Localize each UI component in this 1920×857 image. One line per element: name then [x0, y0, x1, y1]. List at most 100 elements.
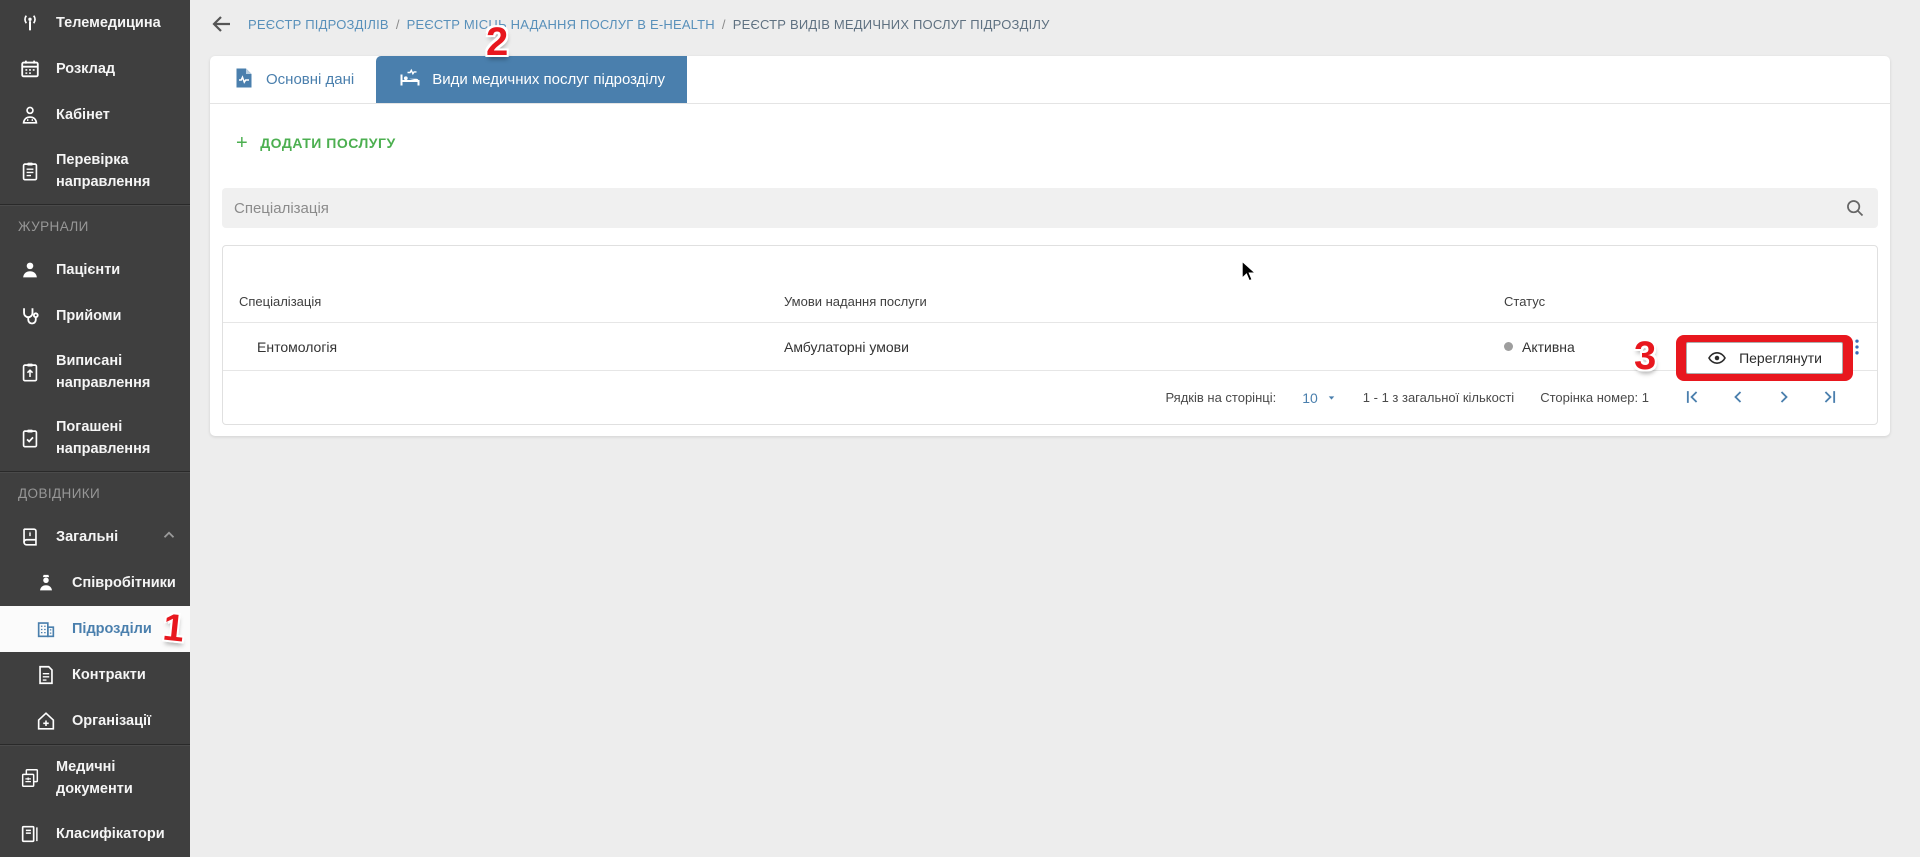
sidebar-item-appointments[interactable]: Прийоми — [0, 293, 190, 339]
sidebar-item-label: Контракти — [72, 664, 146, 686]
sidebar-item-label: Класифікатори — [56, 823, 165, 845]
next-page-icon[interactable] — [1773, 387, 1795, 409]
tab-label: Основні дані — [266, 71, 354, 88]
issued-referrals-icon — [18, 360, 42, 384]
breadcrumb-link-divisions-registry[interactable]: РЕЄСТР ПІДРОЗДІЛІВ — [248, 17, 389, 32]
general-icon — [18, 525, 42, 549]
breadcrumb-row: РЕЄСТР ПІДРОЗДІЛІВ / РЕЄСТР МІСЦЬ НАДАНН… — [210, 10, 1050, 38]
pagination-controls — [1681, 387, 1841, 409]
last-page-icon[interactable] — [1819, 387, 1841, 409]
telemedicine-icon — [18, 11, 42, 35]
content-card: Основні дані Види медичних послуг підроз… — [210, 56, 1890, 436]
sidebar-item-redeemed-referrals[interactable]: Погашені направлення — [0, 405, 190, 472]
sidebar-item-label: Співробітники — [72, 572, 176, 594]
sidebar-item-label: Організації — [72, 710, 151, 732]
column-header-status: Статус — [1488, 294, 1877, 309]
sidebar-item-divisions[interactable]: Підрозділи 1 — [0, 606, 190, 652]
back-button[interactable] — [210, 12, 234, 36]
sidebar-item-schedule[interactable]: Розклад — [0, 46, 190, 92]
services-table: Спеціалізація Умови надання послуги Стат… — [222, 245, 1878, 425]
page-number-label: Сторінка номер: 1 — [1540, 390, 1649, 405]
pagination-range-label: 1 - 1 з загальної кількості — [1363, 390, 1514, 405]
search-icon[interactable] — [1844, 197, 1866, 219]
search-bar — [222, 188, 1878, 228]
patients-icon — [18, 258, 42, 282]
search-input[interactable] — [234, 200, 1844, 217]
file-pulse-icon — [232, 66, 256, 94]
breadcrumb-separator: / — [396, 17, 400, 32]
rows-per-page-label: Рядків на сторінці: — [1165, 390, 1276, 405]
bed-icon — [398, 66, 422, 94]
mouse-cursor — [1238, 260, 1260, 284]
rows-per-page-value: 10 — [1302, 390, 1318, 406]
annotation-step-1: 1 — [161, 607, 187, 652]
breadcrumb-current: РЕЄСТР ВИДІВ МЕДИЧНИХ ПОСЛУГ ПІДРОЗДІЛУ — [733, 17, 1050, 32]
sidebar-item-label: Погашені направлення — [56, 416, 178, 460]
sidebar-item-patients[interactable]: Пацієнти — [0, 247, 190, 293]
organizations-icon — [34, 709, 58, 733]
tab-label: Види медичних послуг підрозділу — [432, 71, 665, 88]
annotation-box-step-3: Переглянути — [1676, 335, 1853, 381]
sidebar-item-organizations[interactable]: Організації — [0, 698, 190, 745]
sidebar-item-label: Телемедицина — [56, 12, 161, 34]
contracts-icon — [34, 663, 58, 687]
sidebar-item-employees[interactable]: Співробітники — [0, 560, 190, 606]
plus-icon: + — [236, 133, 248, 153]
pagination: Рядків на сторінці: 10 1 - 1 з загальної… — [223, 370, 1877, 424]
medical-documents-icon — [18, 766, 42, 790]
sidebar-item-general[interactable]: Загальні — [0, 514, 190, 560]
sidebar-item-label: Підрозділи — [72, 618, 152, 640]
breadcrumb: РЕЄСТР ПІДРОЗДІЛІВ / РЕЄСТР МІСЦЬ НАДАНН… — [248, 17, 1050, 32]
annotation-step-3: 3 — [1634, 334, 1656, 379]
sidebar-item-label: Кабінет — [56, 104, 110, 126]
first-page-icon[interactable] — [1681, 387, 1703, 409]
divisions-icon — [34, 617, 58, 641]
rows-per-page-select[interactable]: 10 — [1302, 390, 1337, 406]
add-service-label: ДОДАТИ ПОСЛУГУ — [260, 135, 395, 151]
arrow-left-icon — [210, 12, 234, 36]
sidebar-item-cabinet[interactable]: Кабінет — [0, 92, 190, 138]
schedule-icon — [18, 57, 42, 81]
referral-check-icon — [18, 159, 42, 183]
table-row[interactable]: Ентомологія Амбулаторні умови Активна Пе… — [223, 322, 1877, 370]
appointments-icon — [18, 304, 42, 328]
chevron-down-icon — [1326, 392, 1337, 403]
status-dot — [1504, 342, 1513, 351]
annotation-step-2: 2 — [486, 20, 508, 65]
sidebar-item-label: Перевірка направлення — [56, 149, 178, 193]
column-header-specialization: Спеціалізація — [223, 294, 768, 309]
sidebar-item-label: Пацієнти — [56, 259, 120, 281]
tabstrip: Основні дані Види медичних послуг підроз… — [210, 56, 1890, 104]
tab-main-data[interactable]: Основні дані — [210, 56, 376, 103]
tab-service-types[interactable]: Види медичних послуг підрозділу — [376, 56, 687, 103]
view-button[interactable]: Переглянути — [1686, 342, 1843, 374]
cell-specialization: Ентомологія — [223, 339, 768, 355]
status-label: Активна — [1522, 339, 1575, 355]
add-service-button[interactable]: + ДОДАТИ ПОСЛУГУ — [236, 128, 396, 158]
eye-icon — [1707, 348, 1727, 368]
sidebar-item-classifiers[interactable]: Класифікатори — [0, 811, 190, 857]
sidebar-item-telemedicine[interactable]: Телемедицина — [0, 0, 190, 46]
sidebar-item-label: Загальні — [56, 526, 118, 548]
sidebar-item-issued-referrals[interactable]: Виписані направлення — [0, 339, 190, 405]
sidebar-item-medical-documents[interactable]: Медичні документи — [0, 745, 190, 811]
sidebar-item-label: Розклад — [56, 58, 115, 80]
table-header-row: Спеціалізація Умови надання послуги Стат… — [223, 246, 1877, 322]
classifiers-icon — [18, 822, 42, 846]
breadcrumb-link-service-places-registry[interactable]: РЕЄСТР МІСЦЬ НАДАННЯ ПОСЛУГ В E-HEALTH — [407, 17, 715, 32]
cell-conditions: Амбулаторні умови — [768, 339, 1488, 355]
column-header-conditions: Умови надання послуги — [768, 294, 1488, 309]
sidebar-item-label: Виписані направлення — [56, 350, 178, 394]
sidebar-item-label: Медичні документи — [56, 756, 178, 800]
chevron-up-icon[interactable] — [160, 526, 178, 549]
sidebar: Телемедицина Розклад Кабінет Перевірка н… — [0, 0, 190, 857]
employees-icon — [34, 571, 58, 595]
breadcrumb-separator: / — [722, 17, 726, 32]
view-button-label: Переглянути — [1739, 350, 1822, 366]
sidebar-item-referral-check[interactable]: Перевірка направлення — [0, 138, 190, 205]
cabinet-icon — [18, 103, 42, 127]
sidebar-item-contracts[interactable]: Контракти — [0, 652, 190, 698]
sidebar-item-label: Прийоми — [56, 305, 121, 327]
redeemed-referrals-icon — [18, 426, 42, 450]
previous-page-icon[interactable] — [1727, 387, 1749, 409]
